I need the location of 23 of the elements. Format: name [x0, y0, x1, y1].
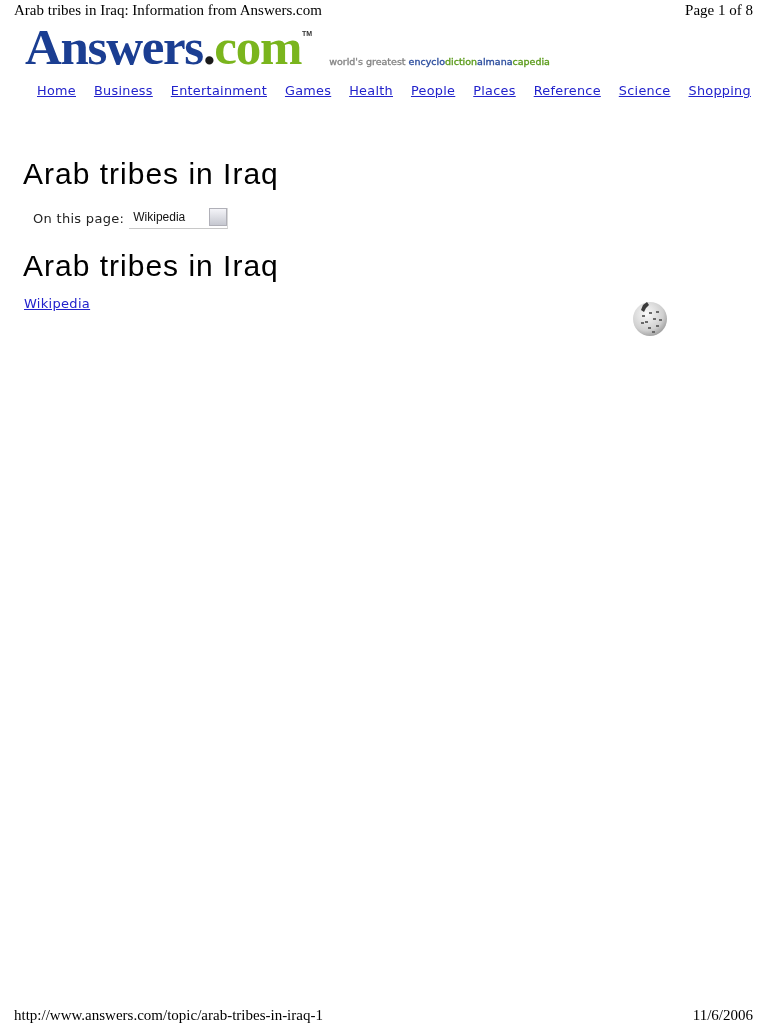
page-url: http://www.answers.com/topic/arab-tribes-in-iraq-1	[14, 1006, 323, 1024]
nav-link[interactable]: Games	[284, 82, 332, 100]
site-logo[interactable]: Answers.com$^{TM}$	[25, 24, 313, 70]
nav-link[interactable]: Home	[37, 82, 76, 100]
wikipedia-link[interactable]: Wikipedia	[24, 295, 91, 313]
nav-link[interactable]: Places	[473, 82, 516, 100]
page-number: Page 1 of 8	[685, 1, 753, 19]
site-tagline: world's greatest encyclodictionalmanacapedia	[329, 56, 550, 68]
section-dropdown[interactable]: Wikipedia	[129, 208, 229, 229]
on-this-page-label: On this page:	[33, 209, 125, 228]
dropdown-square-icon[interactable]	[209, 207, 228, 226]
page-title-header: Arab tribes in Iraq: Information from Answers.com	[14, 1, 322, 19]
nav-link[interactable]: Reference	[533, 82, 601, 100]
section-heading: Arab tribes in Iraq	[23, 249, 279, 283]
nav-link[interactable]: Shopping	[688, 82, 751, 100]
nav-link[interactable]: Science	[618, 82, 671, 100]
nav-link[interactable]: People	[410, 82, 456, 100]
globe-icon	[633, 301, 667, 336]
nav-link[interactable]: Health	[349, 82, 393, 100]
nav-link[interactable]: Business	[93, 82, 153, 100]
print-date: 11/6/2006	[692, 1006, 753, 1024]
page-heading: Arab tribes in Iraq	[23, 157, 279, 191]
nav-link[interactable]: Entertainment	[170, 82, 267, 100]
